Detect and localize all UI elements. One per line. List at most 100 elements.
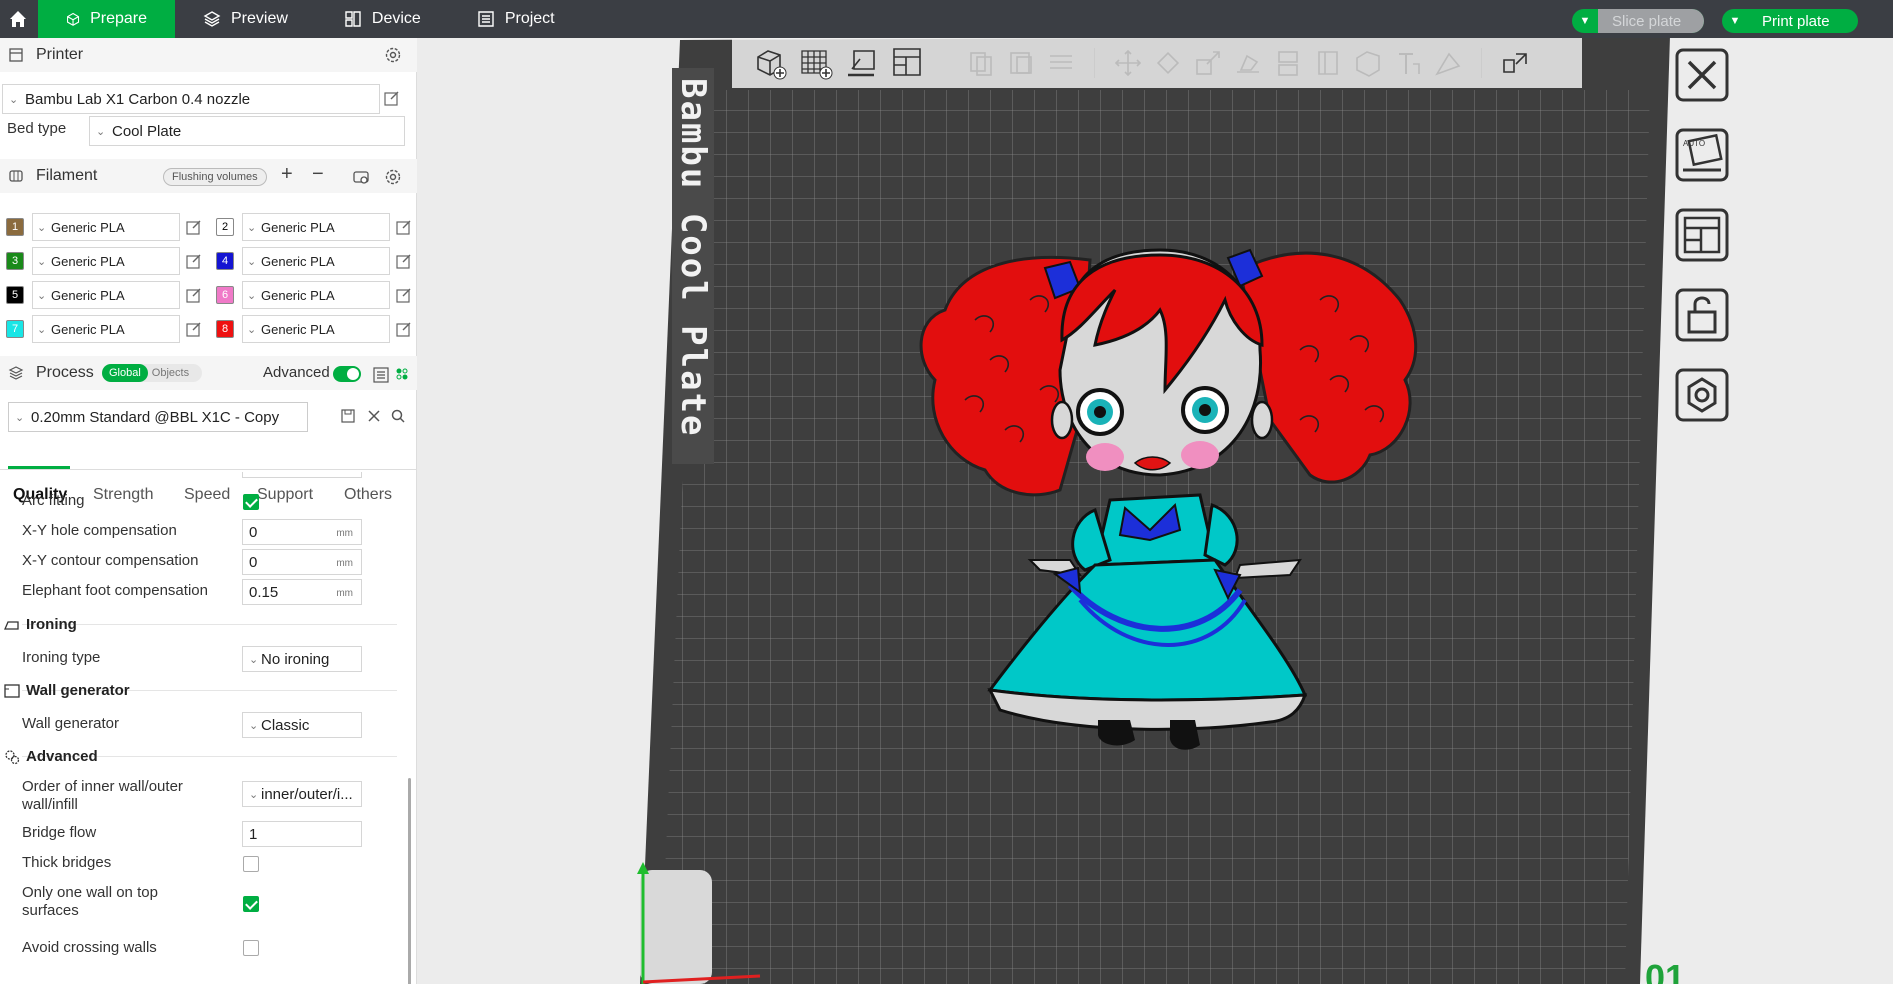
xy-contour-input[interactable]: 0 mm	[242, 549, 362, 575]
filament-select[interactable]: ⌄ Generic PLA	[32, 213, 180, 241]
cut-icon[interactable]	[1273, 48, 1303, 78]
printer-preset-select[interactable]: ⌄ Bambu Lab X1 Carbon 0.4 nozzle	[2, 84, 380, 114]
paste-icon[interactable]	[1006, 48, 1036, 78]
filament-slot-8[interactable]: 8 ⌄ Generic PLA	[216, 315, 412, 343]
filament-color-swatch[interactable]: 5	[6, 286, 24, 304]
thick-bridges-checkbox[interactable]	[243, 856, 259, 872]
wall-generator-select[interactable]: ⌄ Classic	[242, 712, 362, 738]
avoid-crossing-checkbox[interactable]	[243, 940, 259, 956]
process-preset-select[interactable]: ⌄ 0.20mm Standard @BBL X1C - Copy	[8, 402, 308, 432]
3d-viewport[interactable]: 01 Bambu Cool Plate AUTO	[418, 38, 1893, 984]
filament-slot-6[interactable]: 6 ⌄ Generic PLA	[216, 281, 412, 309]
filament-select[interactable]: ⌄ Generic PLA	[242, 315, 390, 343]
support-paint-icon[interactable]	[1353, 48, 1383, 78]
tab-preview[interactable]: Preview	[175, 0, 316, 38]
filament-color-swatch[interactable]: 8	[216, 320, 234, 338]
arrange-icon[interactable]	[1673, 206, 1731, 264]
wall-order-select[interactable]: ⌄ inner/outer/i...	[242, 781, 362, 807]
filament-color-swatch[interactable]: 6	[216, 286, 234, 304]
filament-color-swatch[interactable]: 1	[6, 218, 24, 236]
close-icon[interactable]	[366, 408, 382, 424]
rotate-icon[interactable]	[1153, 48, 1183, 78]
filament-slot-4[interactable]: 4 ⌄ Generic PLA	[216, 247, 412, 275]
add-filament-icon[interactable]: +	[281, 163, 293, 186]
home-button[interactable]	[0, 0, 36, 38]
edit-icon[interactable]	[186, 287, 202, 303]
tab-others[interactable]: Others	[344, 486, 392, 504]
flushing-volumes-button[interactable]: Flushing volumes	[163, 168, 267, 186]
chevron-down-icon[interactable]: ▼	[1572, 9, 1598, 33]
bed-type-select[interactable]: ⌄ Cool Plate	[89, 116, 405, 146]
filament-color-swatch[interactable]: 2	[216, 218, 234, 236]
filament-select[interactable]: ⌄ Generic PLA	[32, 315, 180, 343]
filament-color-swatch[interactable]: 7	[6, 320, 24, 338]
edit-icon[interactable]	[396, 253, 412, 269]
tab-project[interactable]: Project	[449, 0, 583, 38]
lock-icon[interactable]	[1673, 286, 1731, 344]
copy-icon[interactable]	[966, 48, 996, 78]
one-wall-top-checkbox[interactable]	[243, 896, 259, 912]
search-icon[interactable]	[390, 408, 406, 424]
print-plate-button[interactable]: ▼ Print plate	[1722, 9, 1858, 33]
chevron-down-icon[interactable]: ▼	[1722, 9, 1748, 33]
text-icon[interactable]	[1393, 48, 1423, 78]
gear-icon[interactable]	[384, 46, 402, 64]
edit-icon[interactable]	[396, 287, 412, 303]
color-paint-icon[interactable]	[1433, 48, 1463, 78]
arrange-icon[interactable]	[890, 45, 926, 81]
bridge-flow-input[interactable]: 1	[242, 821, 362, 847]
assembly-view-icon[interactable]	[1500, 48, 1530, 78]
elephant-foot-input[interactable]: 0.15 mm	[242, 579, 362, 605]
remove-filament-icon[interactable]: −	[312, 163, 324, 186]
xy-hole-input[interactable]: 0 mm	[242, 519, 362, 545]
tab-strength[interactable]: Strength	[93, 486, 153, 504]
boolean-icon[interactable]	[1313, 48, 1343, 78]
add-plate-icon[interactable]	[798, 45, 834, 81]
advanced-toggle[interactable]	[333, 366, 361, 382]
edit-icon[interactable]	[186, 321, 202, 337]
move-icon[interactable]	[1113, 48, 1143, 78]
filament-select[interactable]: ⌄ Generic PLA	[32, 281, 180, 309]
filament-select[interactable]: ⌄ Generic PLA	[32, 247, 180, 275]
filament-slot-1[interactable]: 1 ⌄ Generic PLA	[6, 213, 202, 241]
sync-filament-icon[interactable]	[352, 168, 370, 186]
lay-on-face-icon[interactable]	[1233, 48, 1263, 78]
ironing-type-select[interactable]: ⌄ No ironing	[242, 646, 362, 672]
filament-select[interactable]: ⌄ Generic PLA	[242, 247, 390, 275]
compare-icon[interactable]	[394, 366, 410, 382]
edit-icon[interactable]	[396, 321, 412, 337]
filament-select[interactable]: ⌄ Generic PLA	[242, 281, 390, 309]
auto-orient-icon[interactable]	[844, 45, 880, 81]
edit-icon[interactable]	[186, 219, 202, 235]
arc-fitting-checkbox[interactable]	[243, 494, 259, 510]
filament-slot-3[interactable]: 3 ⌄ Generic PLA	[6, 247, 202, 275]
global-objects-toggle[interactable]: Global Objects	[102, 364, 202, 382]
tab-speed[interactable]: Speed	[184, 486, 230, 504]
filament-slot-5[interactable]: 5 ⌄ Generic PLA	[6, 281, 202, 309]
toggle-global[interactable]: Global	[102, 364, 148, 382]
scale-icon[interactable]	[1193, 48, 1223, 78]
list-icon[interactable]	[372, 366, 390, 384]
tab-support[interactable]: Support	[257, 486, 313, 504]
save-icon[interactable]	[340, 408, 356, 424]
tab-device[interactable]: Device	[316, 0, 449, 38]
layers-icon[interactable]	[1046, 48, 1076, 78]
filament-color-swatch[interactable]: 3	[6, 252, 24, 270]
auto-orient-icon[interactable]: AUTO	[1673, 126, 1731, 184]
filament-slot-2[interactable]: 2 ⌄ Generic PLA	[216, 213, 412, 241]
filament-color-swatch[interactable]: 4	[216, 252, 234, 270]
tab-prepare[interactable]: Prepare	[38, 0, 175, 38]
chevron-down-icon: ⌄	[247, 323, 257, 336]
add-cube-icon[interactable]	[752, 45, 788, 81]
edit-icon[interactable]	[186, 253, 202, 269]
slice-plate-button[interactable]: ▼ Slice plate	[1572, 9, 1704, 33]
edit-icon[interactable]	[384, 90, 400, 106]
toggle-objects[interactable]: Objects	[148, 364, 193, 382]
gear-icon[interactable]	[384, 168, 402, 186]
panel-scrollbar[interactable]	[408, 778, 411, 984]
edit-icon[interactable]	[396, 219, 412, 235]
close-icon[interactable]	[1673, 46, 1731, 104]
filament-select[interactable]: ⌄ Generic PLA	[242, 213, 390, 241]
filament-slot-7[interactable]: 7 ⌄ Generic PLA	[6, 315, 202, 343]
plate-settings-icon[interactable]	[1673, 366, 1731, 424]
